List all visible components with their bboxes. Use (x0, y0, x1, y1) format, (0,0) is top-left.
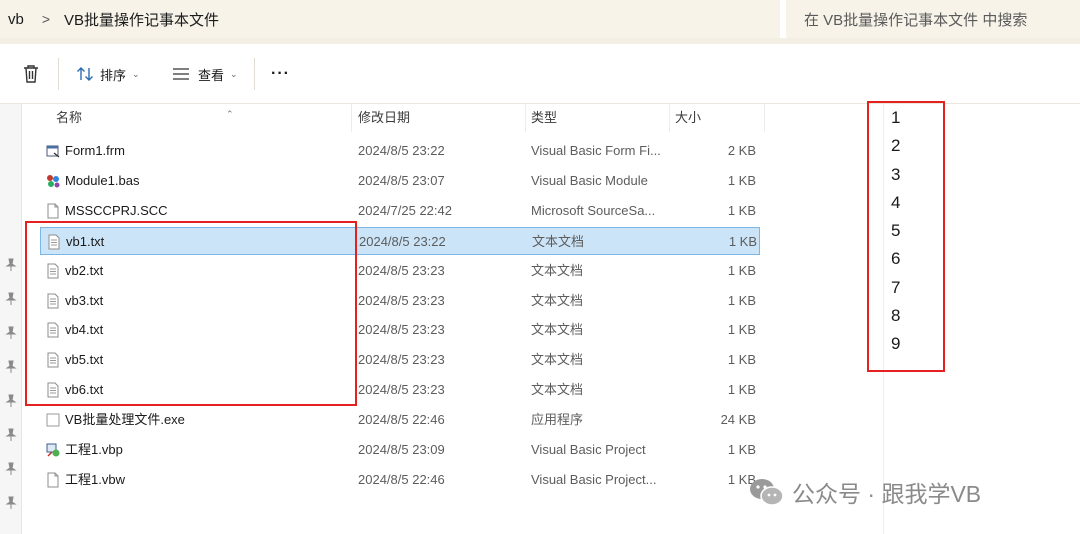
file-date-modified: 2024/8/5 23:09 (358, 442, 445, 457)
file-row[interactable]: VB批量处理文件.exe 2024/8/5 22:46 应用程序 24 KB (40, 406, 760, 434)
chevron-down-icon: ⌄ (230, 68, 238, 79)
pin-icon[interactable] (4, 394, 18, 408)
view-button[interactable]: 查看 ⌄ (172, 44, 238, 104)
column-header-type[interactable]: 类型 (527, 104, 670, 132)
file-date-modified: 2024/8/5 23:23 (358, 262, 445, 278)
sort-ascending-icon: ⌃ (226, 109, 234, 119)
sort-label: 排序 (100, 67, 127, 83)
pin-icon[interactable] (4, 462, 18, 476)
file-size: 1 KB (727, 442, 756, 457)
pin-icon[interactable] (4, 360, 18, 374)
file-date-modified: 2024/8/5 23:22 (359, 233, 446, 249)
file-date-modified: 2024/8/5 23:23 (358, 322, 445, 338)
file-type: 文本文档 (531, 382, 584, 398)
file-name: Form1.frm (65, 143, 125, 158)
file-type: Visual Basic Form Fi... (531, 143, 661, 158)
pin-icon[interactable] (4, 496, 18, 510)
file-date-modified: 2024/8/5 22:46 (358, 412, 445, 428)
pin-icon[interactable] (4, 292, 18, 306)
file-date-modified: 2024/7/25 22:42 (358, 202, 452, 218)
file-row[interactable]: 工程1.vbw 2024/8/5 22:46 Visual Basic Projec… (40, 466, 760, 494)
breadcrumb-separator-icon: > (41, 11, 51, 27)
pin-icon[interactable] (4, 258, 18, 272)
file-date-modified: 2024/8/5 23:23 (358, 382, 445, 398)
wechat-logo-icon (750, 479, 784, 506)
watermark-text: 公众号 · 跟我学VB (792, 481, 982, 507)
file-size: 1 KB (727, 262, 756, 278)
file-type: 文本文档 (531, 262, 584, 278)
file-row[interactable]: 工程1.vbp 2024/8/5 23:09 Visual Basic Projec… (40, 436, 760, 464)
file-type: 文本文档 (532, 233, 585, 249)
more-options-button[interactable]: ··· (271, 44, 290, 104)
file-type: 应用程序 (531, 412, 584, 428)
file-date-modified: 2024/8/5 23:07 (358, 172, 445, 188)
column-header-name[interactable]: 名称 ⌃ (52, 104, 352, 132)
file-size: 1 KB (728, 233, 757, 249)
file-type: Visual Basic Project... (531, 471, 657, 487)
file-size: 1 KB (727, 352, 756, 368)
address-bar[interactable]: vb > VB批量操作记事本文件 (0, 0, 780, 38)
file-type: Microsoft SourceSa... (531, 202, 656, 218)
view-label: 查看 (198, 67, 225, 83)
toolbar-divider (254, 58, 255, 90)
file-type: Visual Basic Project (531, 442, 646, 457)
file-type: 文本文档 (531, 322, 584, 338)
file-row[interactable]: Module1.bas 2024/8/5 23:07 Visual Basic Mo… (40, 167, 760, 195)
view-list-icon (173, 68, 189, 80)
file-date-modified: 2024/8/5 22:46 (358, 471, 445, 487)
file-type: Visual Basic Module (531, 172, 648, 188)
trash-icon (24, 65, 38, 83)
blank-file-icon (47, 203, 59, 219)
pin-icon[interactable] (4, 428, 18, 442)
file-size: 1 KB (727, 382, 756, 398)
chevron-down-icon: ⌄ (132, 68, 140, 79)
vb-module-icon (47, 174, 60, 188)
command-bar: 排序 ⌄ 查看 ⌄ ··· (0, 44, 1080, 104)
file-size: 1 KB (727, 471, 756, 487)
toolbar-divider (58, 58, 59, 90)
annotation-box-notepad-lines (867, 101, 945, 372)
search-input[interactable]: 在 VB批量操作记事本文件 中搜索 (786, 0, 1080, 38)
file-name: VB批量处理文件.exe (65, 412, 185, 428)
file-type: 文本文档 (531, 352, 584, 368)
file-size: 1 KB (727, 292, 756, 308)
file-size: 1 KB (727, 322, 756, 338)
vb-project-icon (46, 443, 60, 457)
more-icon: ··· (271, 65, 290, 82)
file-date-modified: 2024/8/5 23:23 (358, 292, 445, 308)
sort-arrows-icon (77, 67, 93, 81)
file-size: 1 KB (727, 202, 756, 218)
navigation-pane-edge (0, 104, 22, 534)
file-name: 工程1.vbp (65, 442, 123, 457)
delete-button[interactable] (22, 44, 40, 104)
blank-file-icon (47, 472, 59, 488)
file-size: 2 KB (727, 143, 756, 158)
column-header-size[interactable]: 大小 (671, 104, 765, 132)
exe-file-icon (46, 413, 60, 427)
file-size: 1 KB (727, 172, 756, 188)
pin-icon[interactable] (4, 326, 18, 340)
search-placeholder: 在 VB批量操作记事本文件 中搜索 (804, 11, 1028, 29)
file-type: 文本文档 (531, 292, 584, 308)
file-name: Module1.bas (65, 172, 140, 188)
sort-button[interactable]: 排序 ⌄ (76, 44, 140, 104)
annotation-box-txt-files (25, 221, 357, 406)
file-name: 工程1.vbw (65, 471, 125, 487)
watermark: 公众号 · 跟我学VB (748, 472, 981, 512)
file-date-modified: 2024/8/5 23:23 (358, 352, 445, 368)
file-row[interactable]: Form1.frm 2024/8/5 23:22 Visual Basic Form… (40, 137, 760, 165)
file-date-modified: 2024/8/5 23:22 (358, 143, 445, 158)
column-header-date[interactable]: 修改日期 (354, 104, 526, 132)
file-size: 24 KB (720, 412, 756, 428)
breadcrumb-root[interactable]: vb (8, 11, 24, 28)
breadcrumb-current-folder[interactable]: VB批量操作记事本文件 (64, 9, 219, 30)
vb-form-icon (46, 145, 60, 158)
column-header-row: 名称 ⌃ 修改日期 类型 大小 (22, 104, 883, 132)
